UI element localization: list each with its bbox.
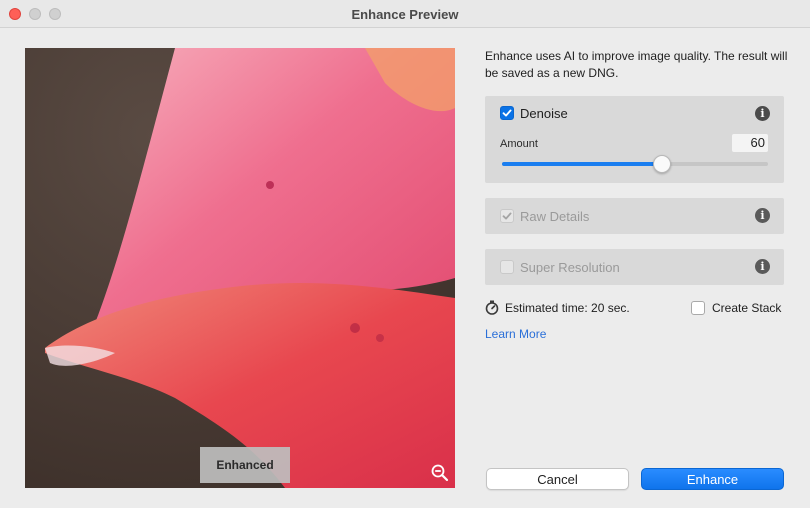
amount-value-field[interactable]: 60 [732, 134, 768, 152]
zoom-out-icon[interactable] [430, 463, 450, 483]
info-icon[interactable]: i [755, 259, 770, 274]
enhance-description: Enhance uses AI to improve image quality… [485, 49, 788, 80]
amount-slider-fill [502, 162, 662, 166]
amount-slider[interactable] [502, 155, 768, 173]
raw-details-label: Raw Details [520, 209, 590, 224]
create-stack-option[interactable]: Create Stack [691, 301, 781, 315]
amount-label: Amount [500, 138, 538, 150]
info-icon[interactable]: i [755, 106, 770, 121]
raw-details-panel: Raw Details i [485, 198, 784, 234]
denoise-label: Denoise [520, 106, 568, 121]
cancel-button[interactable]: Cancel [486, 468, 629, 490]
create-stack-label: Create Stack [712, 301, 782, 315]
estimated-time: Estimated time: 20 sec. [485, 300, 630, 315]
amount-slider-knob[interactable] [652, 155, 671, 173]
estimated-time-text: Estimated time: 20 sec. [505, 300, 630, 315]
preview-image [25, 48, 455, 488]
super-resolution-label: Super Resolution [520, 260, 620, 275]
window-title: Enhance Preview [351, 7, 459, 22]
enhance-button[interactable]: Enhance [641, 468, 784, 490]
image-preview[interactable]: Enhanced [25, 48, 455, 488]
denoise-panel: Denoise i Amount 60 [485, 96, 784, 183]
info-icon[interactable]: i [755, 208, 770, 223]
denoise-checkbox[interactable] [500, 106, 514, 120]
learn-more-link[interactable]: Learn More [485, 327, 546, 341]
enhanced-label: Enhanced [200, 447, 290, 483]
checkmark-icon [502, 212, 512, 220]
create-stack-checkbox[interactable] [691, 301, 705, 315]
super-resolution-checkbox[interactable] [500, 260, 514, 274]
raw-details-checkbox[interactable] [500, 209, 514, 223]
checkmark-icon [502, 109, 512, 117]
title-bar: Enhance Preview [0, 0, 810, 28]
super-resolution-panel: Super Resolution i [485, 249, 784, 285]
stopwatch-icon [485, 300, 499, 315]
